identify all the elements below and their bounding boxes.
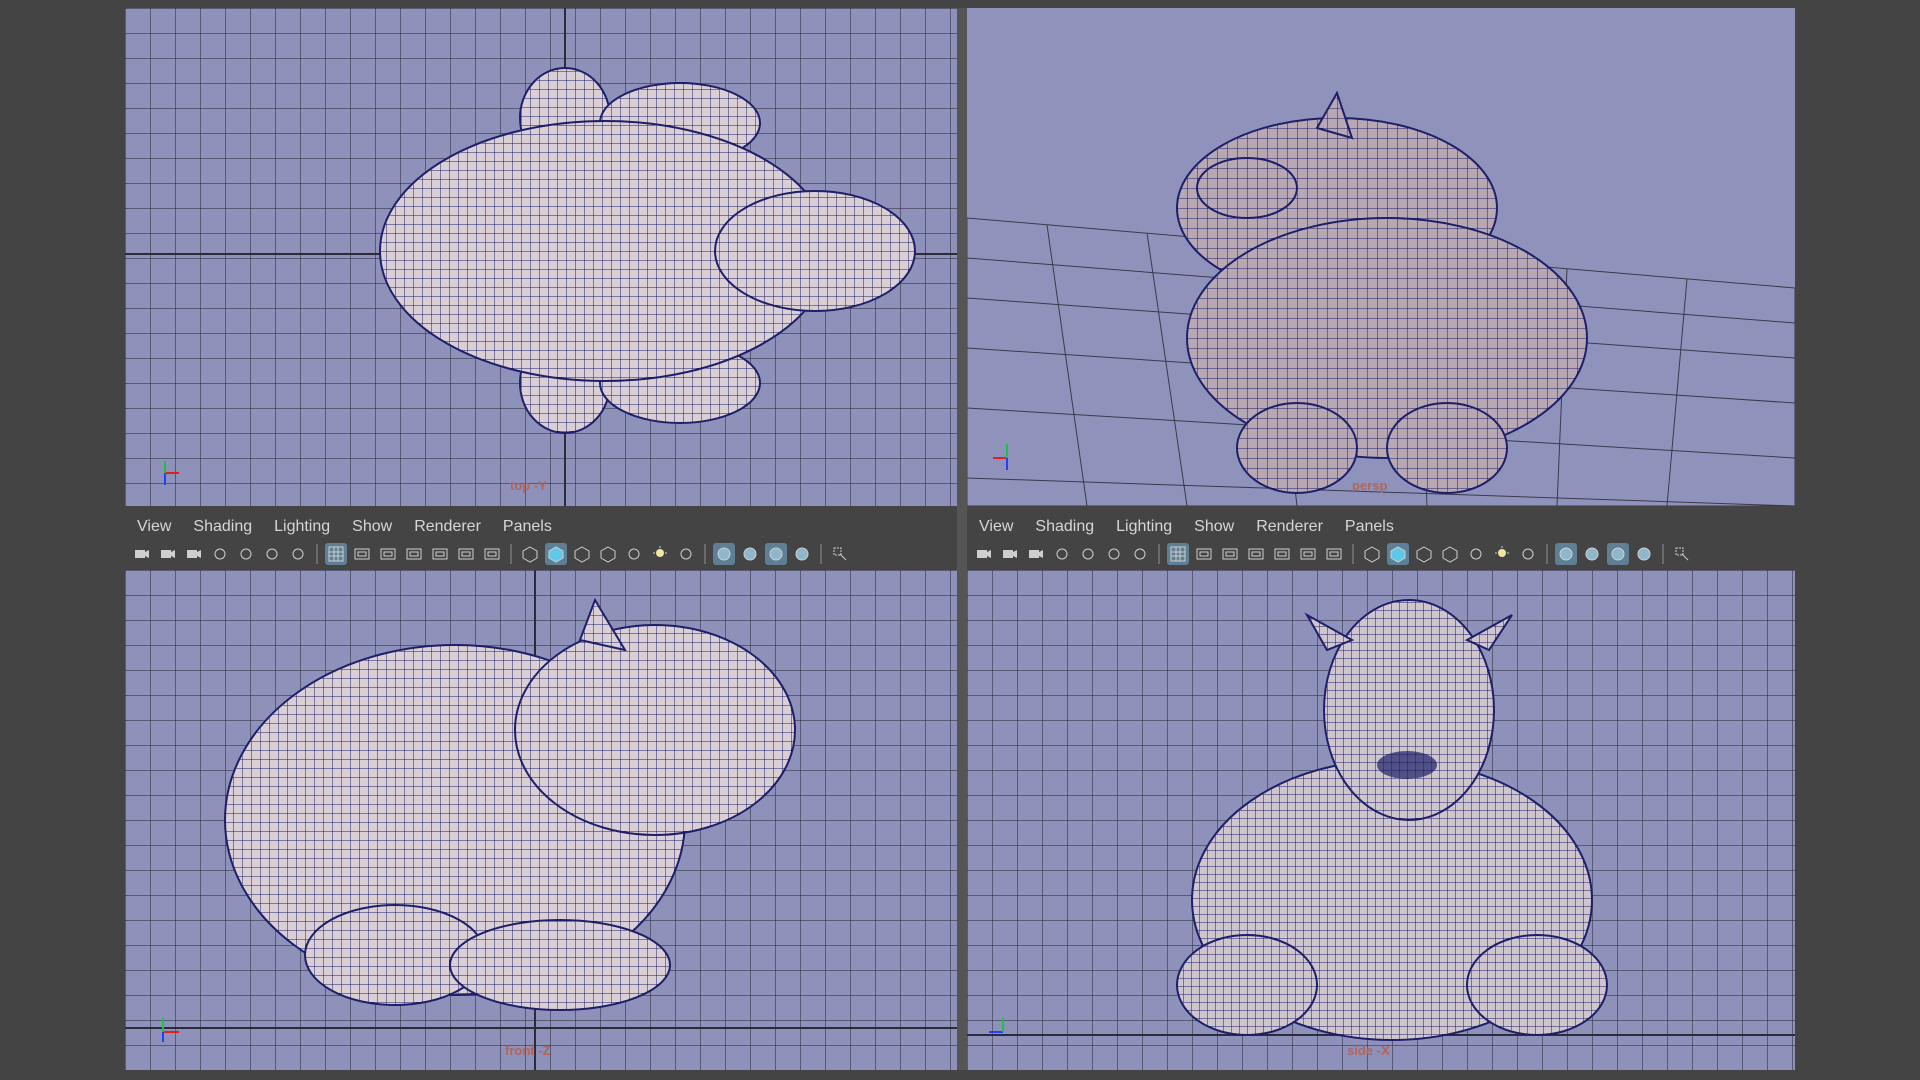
menu-view[interactable]: View [979,518,1013,536]
camera-attr-icon[interactable] [1025,543,1047,565]
camera-label-persp: persp [1352,478,1388,493]
motion-blur-icon[interactable] [1581,543,1603,565]
use-lights-icon[interactable] [1491,543,1513,565]
safe-title-icon[interactable] [481,543,503,565]
wireframe-on-shaded-icon[interactable] [597,543,619,565]
menu-view[interactable]: View [137,518,171,536]
grid-icon[interactable] [1167,543,1189,565]
camera-lock-icon[interactable] [157,543,179,565]
panel-menu-right: View Shading Lighting Show Renderer Pane… [979,518,1394,536]
grid-icon[interactable] [325,543,347,565]
menu-renderer[interactable]: Renderer [1256,518,1323,536]
camera-icon[interactable] [973,543,995,565]
film-gate-icon[interactable] [351,543,373,565]
viewport-front[interactable]: front -Z [125,570,957,1070]
menu-renderer[interactable]: Renderer [414,518,481,536]
use-lights-icon[interactable] [649,543,671,565]
xray-icon[interactable] [1465,543,1487,565]
wireframe-on-shaded-icon[interactable] [1439,543,1461,565]
grease-pencil-icon[interactable] [287,543,309,565]
menu-panels[interactable]: Panels [1345,518,1394,536]
toolbar-separator [704,544,706,564]
default-material-icon[interactable] [1413,543,1435,565]
antialiasing-icon[interactable] [1607,543,1629,565]
menu-shading[interactable]: Shading [193,518,252,536]
viewport-top[interactable]: top -Y [125,8,957,506]
wireframe-icon[interactable] [519,543,541,565]
toolbar-separator [1662,544,1664,564]
default-material-icon[interactable] [571,543,593,565]
pane-divider-vertical[interactable] [957,8,967,1070]
bookmark-icon[interactable] [1051,543,1073,565]
menu-show[interactable]: Show [352,518,392,536]
ambient-occlusion-icon[interactable] [1555,543,1577,565]
camera-label-top: top -Y [510,478,547,493]
toolbar-separator [1546,544,1548,564]
depth-of-field-icon[interactable] [1633,543,1655,565]
viewport-persp[interactable]: persp [967,8,1795,506]
toolbar-separator [510,544,512,564]
field-chart-icon[interactable] [429,543,451,565]
safe-action-icon[interactable] [1297,543,1319,565]
viewport-side[interactable]: side -X [967,570,1795,1070]
camera-label-side: side -X [1347,1043,1390,1058]
axis-gizmo-icon [164,461,179,485]
field-chart-icon[interactable] [1271,543,1293,565]
camera-label-front: front -Z [505,1043,551,1058]
panel-toolbar-left [131,542,851,566]
bookmark-icon[interactable] [209,543,231,565]
panel-toolbar-right [973,542,1693,566]
shadows-icon[interactable] [675,543,697,565]
menu-panels[interactable]: Panels [503,518,552,536]
bull-model-top-view[interactable] [125,8,957,506]
pan-zoom-icon[interactable] [1103,543,1125,565]
panel-menu-bar-right: View Shading Lighting Show Renderer Pane… [967,506,1795,570]
film-gate-icon[interactable] [1193,543,1215,565]
safe-action-icon[interactable] [455,543,477,565]
menu-show[interactable]: Show [1194,518,1234,536]
grease-pencil-icon[interactable] [1129,543,1151,565]
isolate-select-icon[interactable] [1671,543,1693,565]
menu-lighting[interactable]: Lighting [274,518,330,536]
camera-lock-icon[interactable] [999,543,1021,565]
xray-icon[interactable] [623,543,645,565]
axis-gizmo-icon [162,1018,179,1042]
axis-gizmo-icon [989,1018,1004,1033]
smooth-shade-icon[interactable] [545,543,567,565]
pan-zoom-icon[interactable] [261,543,283,565]
toolbar-separator [316,544,318,564]
motion-blur-icon[interactable] [739,543,761,565]
bull-model-side-view[interactable] [967,570,1795,1070]
bull-model-front-view[interactable] [125,570,957,1070]
camera-icon[interactable] [131,543,153,565]
toolbar-separator [1158,544,1160,564]
resolution-gate-icon[interactable] [1219,543,1241,565]
gate-mask-icon[interactable] [1245,543,1267,565]
menu-shading[interactable]: Shading [1035,518,1094,536]
resolution-gate-icon[interactable] [377,543,399,565]
shadows-icon[interactable] [1517,543,1539,565]
ambient-occlusion-icon[interactable] [713,543,735,565]
depth-of-field-icon[interactable] [791,543,813,565]
perspective-grid-and-model[interactable] [967,8,1795,506]
image-plane-icon[interactable] [1077,543,1099,565]
camera-attr-icon[interactable] [183,543,205,565]
gate-mask-icon[interactable] [403,543,425,565]
axis-gizmo-icon [993,444,1008,470]
panel-menu-left: View Shading Lighting Show Renderer Pane… [137,518,552,536]
safe-title-icon[interactable] [1323,543,1345,565]
antialiasing-icon[interactable] [765,543,787,565]
image-plane-icon[interactable] [235,543,257,565]
isolate-select-icon[interactable] [829,543,851,565]
toolbar-separator [1352,544,1354,564]
panel-menu-bar-left: View Shading Lighting Show Renderer Pane… [125,506,957,570]
smooth-shade-icon[interactable] [1387,543,1409,565]
wireframe-icon[interactable] [1361,543,1383,565]
menu-lighting[interactable]: Lighting [1116,518,1172,536]
toolbar-separator [820,544,822,564]
